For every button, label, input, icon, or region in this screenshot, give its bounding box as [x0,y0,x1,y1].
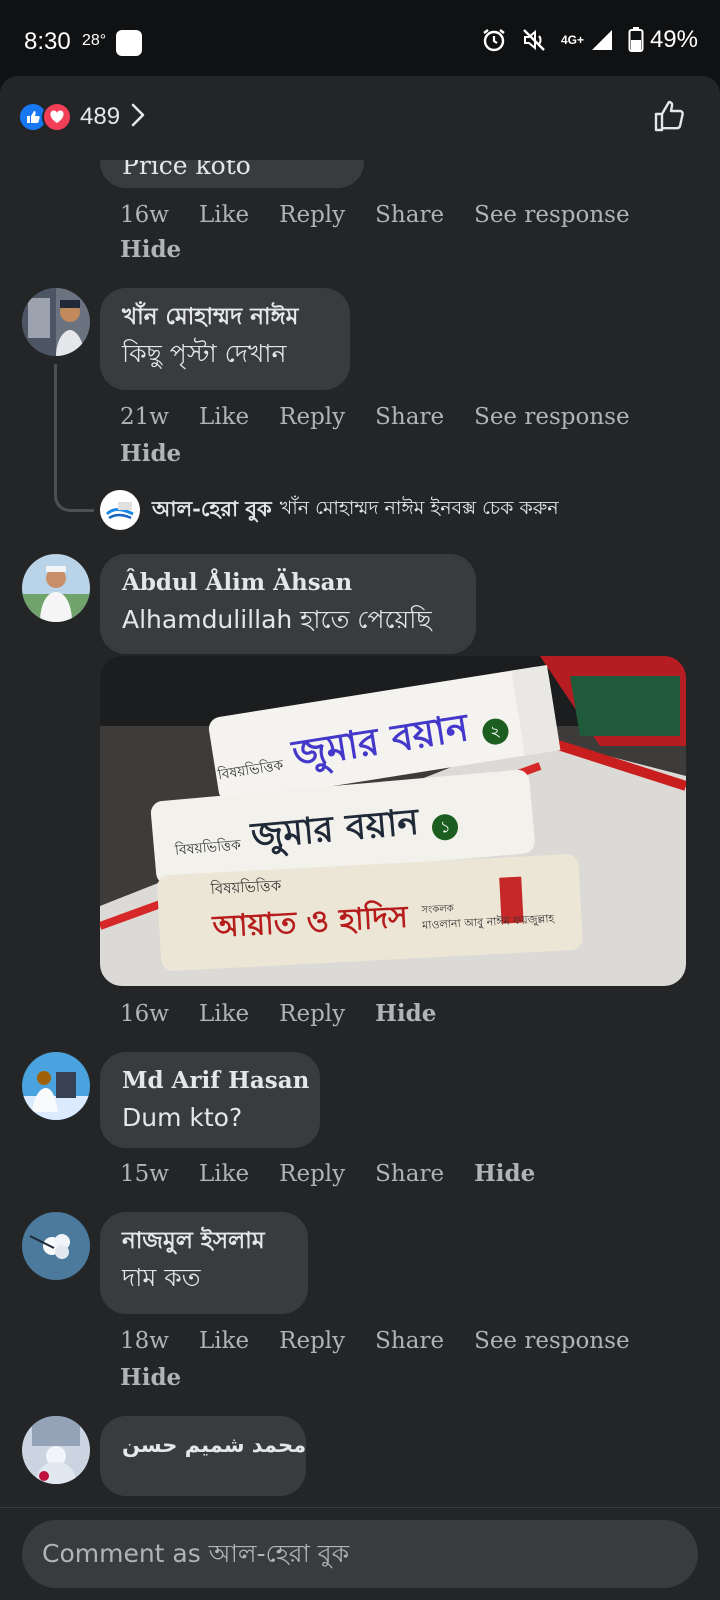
book-2-series: বিষয়ভিত্তিক [174,837,242,859]
avatar[interactable] [22,288,90,356]
thumbs-up-icon[interactable] [652,98,688,138]
battery-icon [628,27,644,53]
like-link[interactable]: Like [199,404,249,430]
love-reaction-icon [42,102,72,132]
comment-author[interactable]: নাজমুল ইসলাম [122,1224,286,1258]
comment-age: 15w [120,1161,169,1187]
sheet-header: 489 [0,76,720,160]
reply-author[interactable]: আল-হেরা বুক [152,493,272,528]
comment-text: দাম কত [122,1263,201,1292]
reaction-count: 489 [80,103,121,130]
battery-level: 49% [649,26,698,53]
book-2-title: জুমার বয়ান [249,801,421,858]
see-response-link[interactable]: See response [474,404,630,430]
book-2-volume: ১ [431,812,460,841]
reply-link[interactable]: Reply [279,404,345,430]
comments-sheet: Price koto 16w Like Reply Share See response… [0,76,720,1600]
share-link[interactable]: Share [375,202,444,228]
comment-bubble[interactable]: محمد شميم حسن [100,1416,306,1496]
comment-text: কিছু পৃস্টা দেখান [122,339,287,368]
network-type: 4G+ [560,33,584,47]
comment-age: 21w [120,404,169,430]
like-link[interactable]: Like [199,202,249,228]
hide-link[interactable]: Hide [474,1160,535,1187]
hide-link[interactable]: Hide [120,440,181,467]
page-avatar [100,490,140,530]
avatar[interactable] [22,554,90,622]
comment-age: 18w [120,1328,169,1354]
chevron-right-icon [130,102,146,132]
avatar[interactable] [22,1212,90,1280]
like-link[interactable]: Like [199,1328,249,1354]
comment-bubble[interactable]: Md Arif Hasan Dum kto? [100,1052,320,1148]
reaction-summary[interactable]: 489 [18,102,146,132]
signal-icon [590,28,614,52]
comment-age: 16w [120,202,169,228]
status-time: 8:30 [24,28,71,55]
hide-link[interactable]: Hide [375,1000,436,1027]
avatar[interactable] [22,1416,90,1484]
comment-actions: 15w Like Reply Share Hide [120,1160,565,1187]
mute-icon [521,27,547,53]
reply-link[interactable]: Reply [279,1328,345,1354]
like-link[interactable]: Like [199,1161,249,1187]
like-link[interactable]: Like [199,1001,249,1027]
reply-text: খাঁন মোহাম্মদ নাঈম ইনবক্স চেক করুন [279,497,559,519]
hide-link[interactable]: Hide [120,1364,181,1391]
reply-link[interactable]: Reply [279,202,345,228]
share-link[interactable]: Share [375,404,444,430]
book-1-series: বিষয়ভিত্তিক [216,757,285,784]
book-3-title: আয়াত ও হাদিস [211,899,409,945]
thread-line [54,364,94,512]
hide-link[interactable]: Hide [120,236,181,263]
comment-bubble[interactable]: Âbdul Ålim Ähsan Alhamdulillah হাতে পেয়… [100,554,476,654]
avatar[interactable] [22,1052,90,1120]
alarm-icon [481,27,507,53]
composer-bar: Comment as আল-হেরা বুক [0,1507,720,1600]
comment-text: Dum kto? [122,1103,243,1132]
share-link[interactable]: Share [375,1161,444,1187]
comment-actions: 21w Like Reply Share See response [120,404,660,430]
comment-author[interactable]: محمد شميم حسن [122,1428,306,1462]
reply-link[interactable]: Reply [279,1001,345,1027]
comment-bubble[interactable]: নাজমুল ইসলাম দাম কত [100,1212,308,1314]
see-response-link[interactable]: See response [474,1328,630,1354]
comment-photo[interactable]: বিষয়ভিত্তিক জুমার বয়ান ২ বিষয়ভিত্তিক … [100,656,686,986]
comment-actions: 18w Like Reply Share See response [120,1328,660,1354]
notification-app-icon [116,30,142,56]
book-1-volume: ২ [480,716,510,747]
status-temperature: 28° [82,32,107,49]
comment-bubble[interactable]: খাঁন মোহাম্মদ নাঈম কিছু পৃস্টা দেখান [100,288,350,390]
comment-text: Alhamdulillah হাতে পেয়েছি [122,605,432,634]
comment-actions: 16w Like Reply Hide [120,1000,466,1027]
comment-age: 16w [120,1001,169,1027]
comment-author[interactable]: Âbdul Ålim Ähsan [122,566,454,600]
see-response-link[interactable]: See response [474,202,630,228]
status-bar: 8:30 28° 4G+ 49% [0,0,720,78]
comment-actions: 16w Like Reply Share See response [120,202,660,228]
comment-input[interactable]: Comment as আল-হেরা বুক [22,1520,698,1588]
share-link[interactable]: Share [375,1328,444,1354]
reply-preview[interactable]: আল-হেরা বুক খাঁন মোহাম্মদ নাঈম ইনবক্স চে… [100,490,559,530]
reply-link[interactable]: Reply [279,1161,345,1187]
comment-author[interactable]: খাঁন মোহাম্মদ নাঈম [122,300,328,334]
comment-author[interactable]: Md Arif Hasan [122,1064,309,1098]
